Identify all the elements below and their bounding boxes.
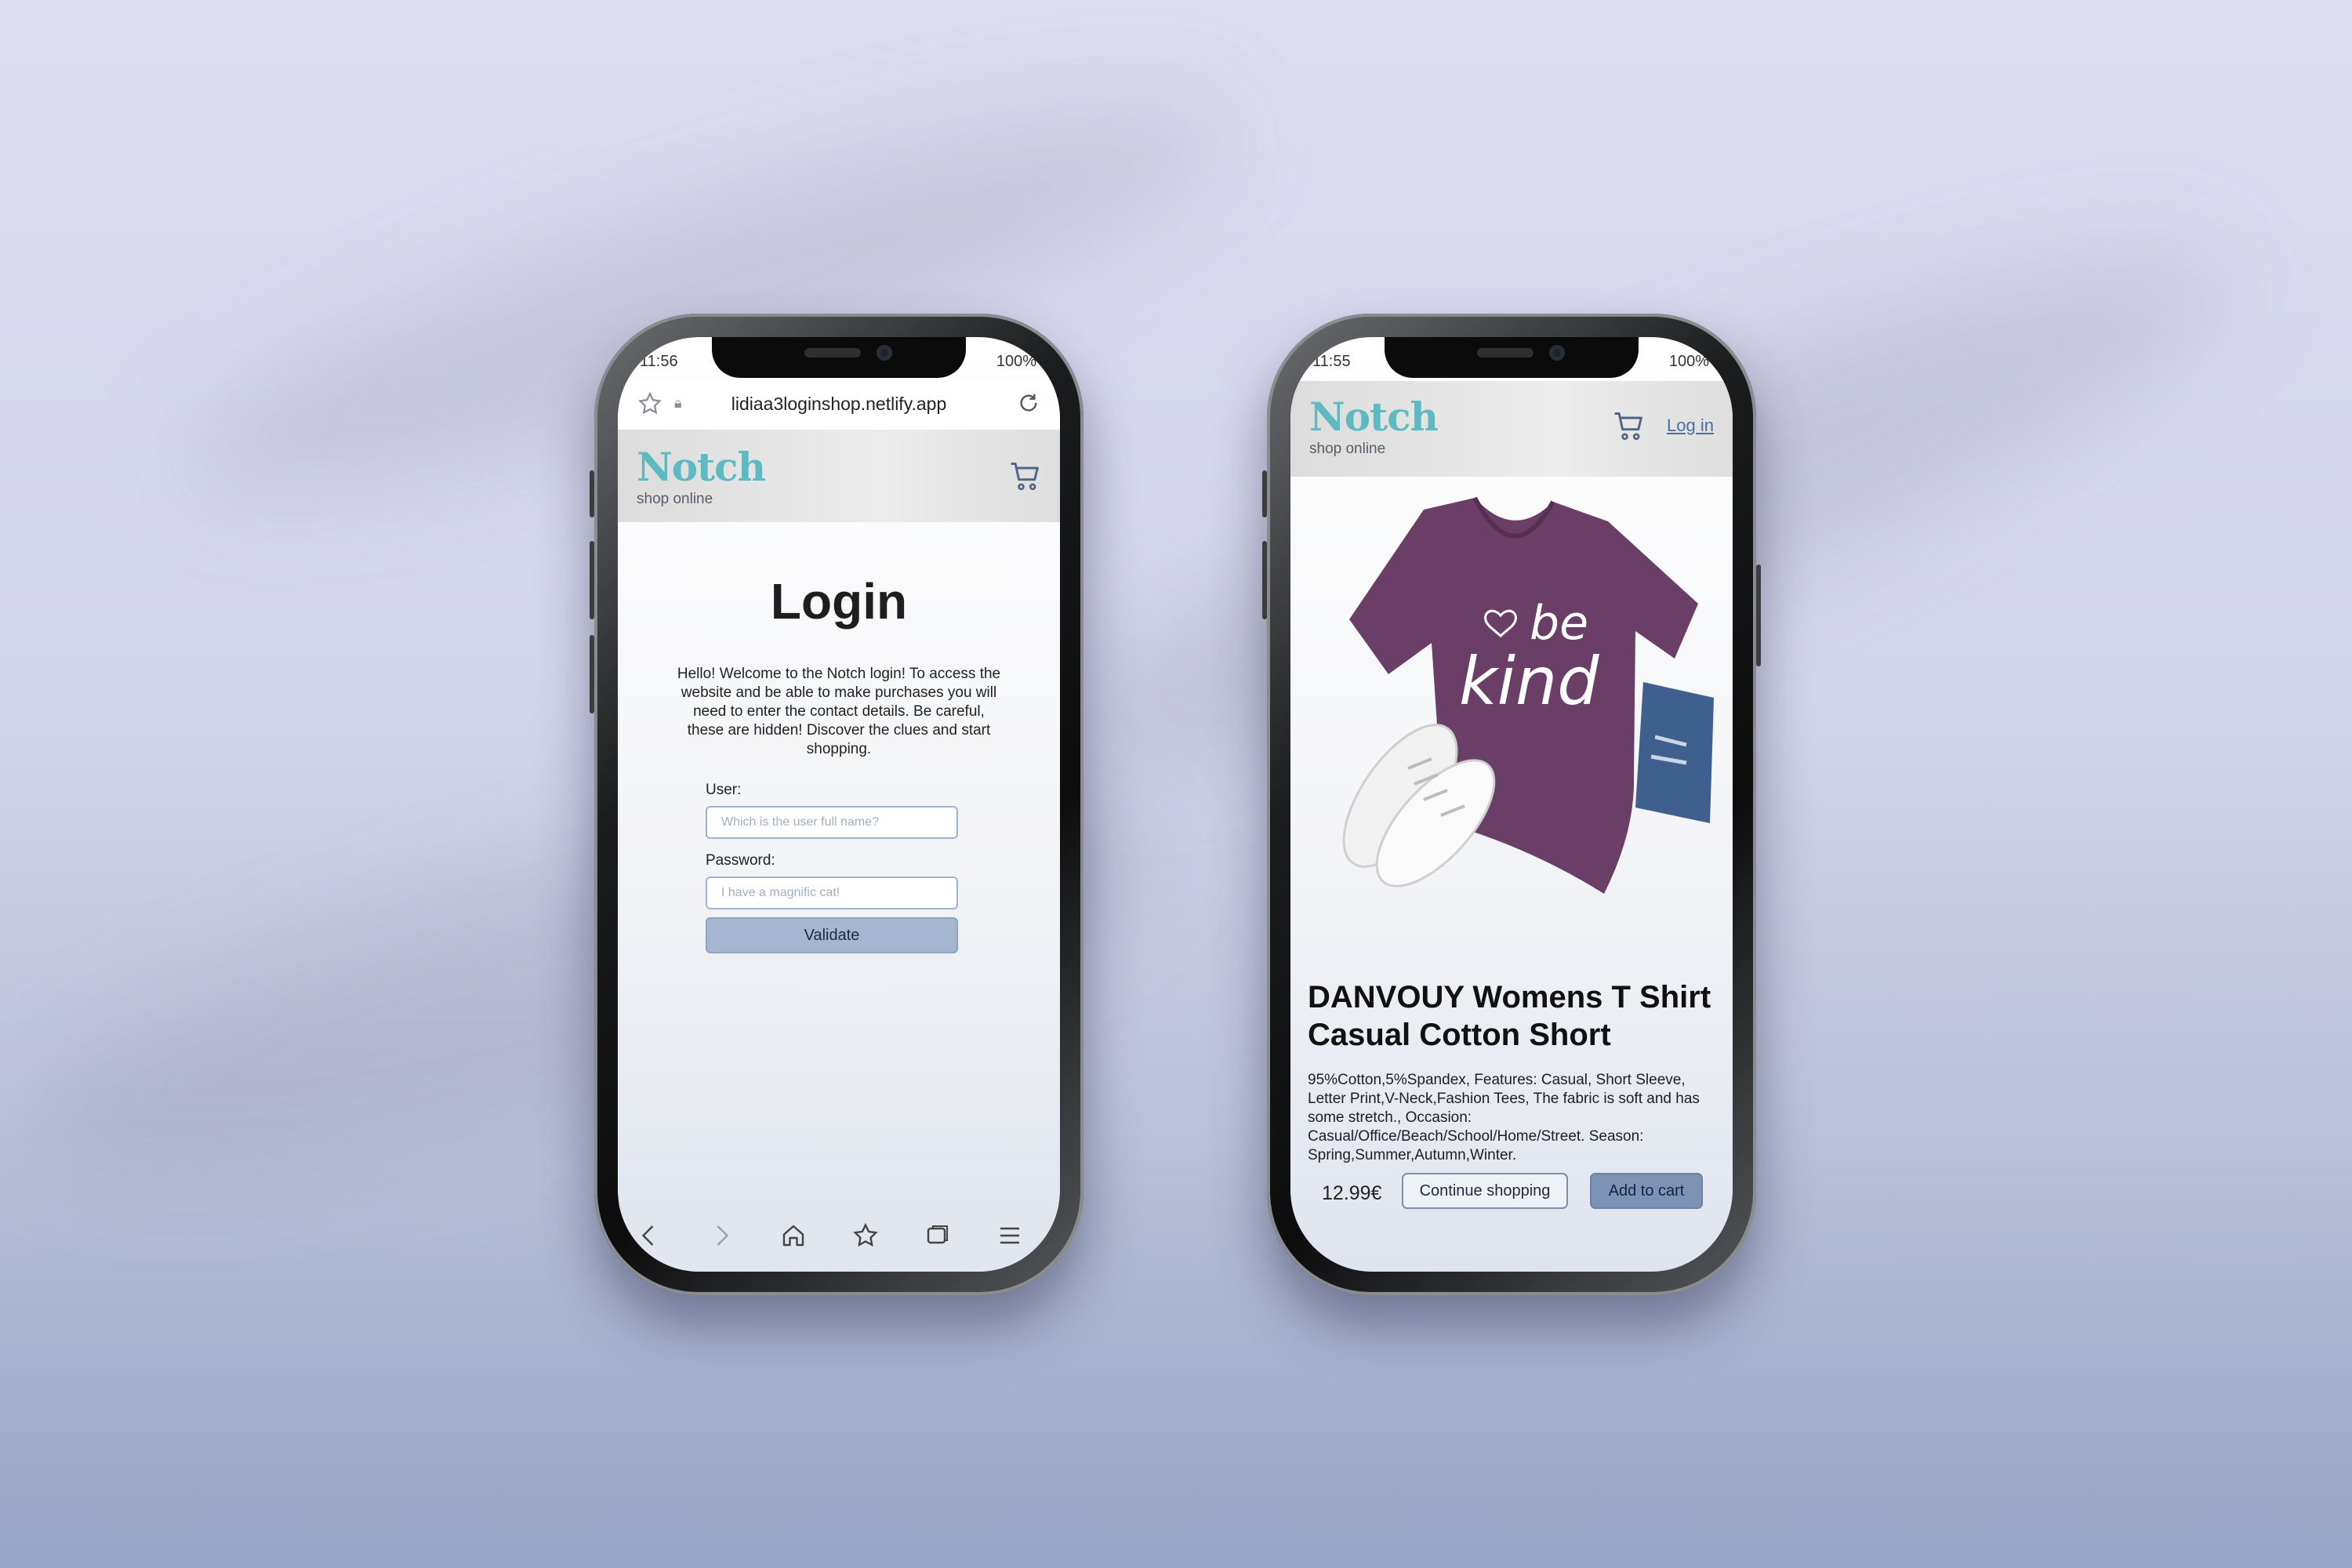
speaker-grille [1477,348,1534,358]
front-camera [1549,345,1565,361]
product-price: 12.99€ [1322,1182,1382,1204]
phone-side-button [1262,470,1267,517]
speaker-grille [804,348,861,358]
status-time: 11:56 [640,353,678,370]
brand-logo[interactable]: Notch [637,444,766,490]
phone-side-button [590,541,594,619]
status-time: 11:55 [1312,353,1351,370]
login-intro-text: Hello! Welcome to the Notch login! To ac… [677,666,1001,757]
app-header: Notch shop online Log in [1290,381,1733,477]
front-camera [877,345,892,361]
password-input[interactable] [706,877,958,909]
url-field[interactable]: lidiaa3loginshop.netlify.app [618,394,1060,415]
phone-side-button [590,635,594,713]
product-description: 95%Cotton,5%Spandex, Features: Casual, S… [1308,1072,1700,1163]
bookmarks-icon[interactable] [851,1221,880,1250]
product-image[interactable]: be kind [1306,486,1722,909]
phone-side-button [1262,541,1267,619]
user-input[interactable] [706,806,958,839]
status-battery: 100% [996,353,1036,370]
phone-screen: 11:55 100% Notch shop online Log in be k… [1290,337,1733,1272]
tabs-icon[interactable] [924,1221,952,1250]
phone-side-button [590,470,594,517]
browser-address-bar: 🔒︎ lidiaa3loginshop.netlify.app [618,381,1060,430]
user-label: User: [706,782,742,798]
add-to-cart-button[interactable]: Add to cart [1590,1173,1703,1209]
brand-tagline: shop online [1309,441,1386,457]
brand-logo[interactable]: Notch [1309,394,1439,440]
phone-notch [1385,337,1639,378]
phone-notch [712,337,966,378]
continue-shopping-button[interactable]: Continue shopping [1402,1173,1568,1209]
page-title: Login [770,573,908,630]
cart-icon[interactable] [1008,459,1043,494]
password-label: Password: [706,852,775,869]
back-icon[interactable] [635,1221,663,1250]
shirt-print-kind: kind [1459,643,1599,720]
phone-login: 11:56 100% 🔒︎ lidiaa3loginshop.netlify.a… [590,314,1083,1295]
product-title: DANVOUY Womens T Shirt Casual Cotton Sho… [1308,980,1711,1052]
phone-screen: 11:56 100% 🔒︎ lidiaa3loginshop.netlify.a… [618,337,1060,1272]
validate-button[interactable]: Validate [706,917,958,953]
app-header: Notch shop online [618,430,1060,522]
brand-tagline: shop online [637,491,713,507]
jeans-shape [1635,682,1714,823]
menu-icon[interactable] [996,1221,1024,1250]
forward-icon[interactable] [707,1221,735,1250]
status-battery: 100% [1668,353,1709,370]
phone-side-button [1756,564,1761,666]
browser-bottom-nav [618,1203,1060,1272]
login-link[interactable]: Log in [1667,416,1714,436]
phone-product: 11:55 100% Notch shop online Log in be k… [1262,314,1761,1295]
home-icon[interactable] [779,1221,808,1250]
reload-icon[interactable] [1016,390,1041,416]
cart-icon[interactable] [1612,409,1646,444]
